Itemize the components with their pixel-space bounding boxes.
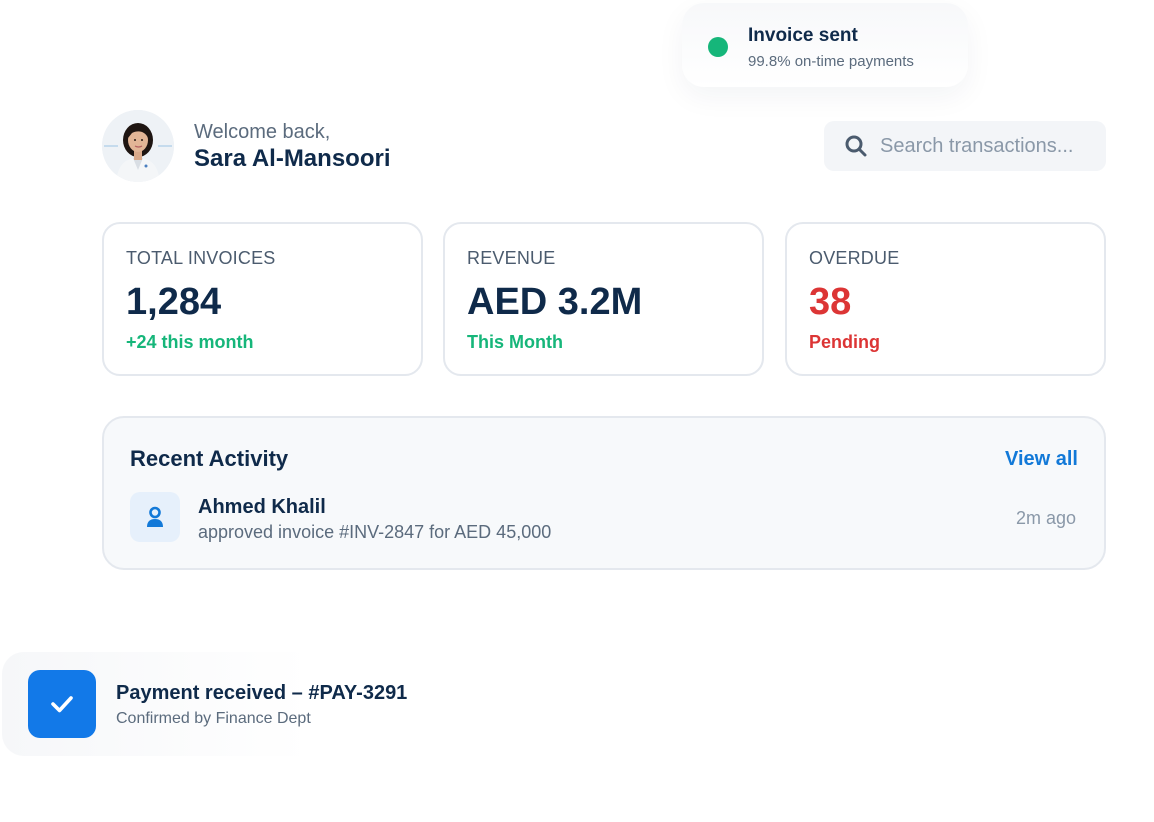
stat-card-overdue[interactable]: OVERDUE 38 Pending — [785, 222, 1106, 376]
welcome-text: Welcome back, — [194, 121, 331, 143]
search-input[interactable] — [880, 131, 1092, 161]
toast-subtitle: Confirmed by Finance Dept — [116, 710, 311, 727]
activity-time: 2m ago — [1015, 508, 1076, 528]
invoice-sent-toast: Invoice sent 99.8% on-time payments — [682, 3, 968, 87]
recent-activity-panel: Recent Activity View all Ahmed Khalil ap… — [102, 416, 1106, 570]
stat-label: TOTAL INVOICES — [126, 248, 276, 268]
user-icon — [130, 492, 180, 542]
stat-card-revenue[interactable]: REVENUE AED 3.2M This Month — [443, 222, 764, 376]
toast-subtitle: 99.8% on-time payments — [748, 53, 914, 70]
stat-value: 38 — [809, 281, 852, 323]
stat-sub: Pending — [809, 332, 880, 352]
checkmark-icon — [28, 670, 96, 738]
search-box[interactable] — [824, 121, 1106, 171]
user-avatar[interactable] — [102, 110, 174, 182]
view-all-link[interactable]: View all — [1005, 448, 1078, 471]
stat-label: OVERDUE — [809, 248, 900, 268]
stat-card-total-invoices[interactable]: TOTAL INVOICES 1,284 +24 this month — [102, 222, 423, 376]
stat-value: 1,284 — [126, 281, 222, 323]
stat-label: REVENUE — [467, 248, 556, 268]
search-icon — [844, 134, 868, 158]
activity-description: approved invoice #INV-2847 for AED 45,00… — [198, 522, 552, 542]
user-name: Sara Al-Mansoori — [194, 145, 391, 172]
panel-title: Recent Activity — [130, 446, 289, 471]
toast-title: Invoice sent — [748, 25, 858, 46]
toast-title: Payment received – #PAY-3291 — [116, 682, 408, 704]
stat-sub: This Month — [467, 332, 563, 352]
stat-value: AED 3.2M — [467, 281, 643, 323]
status-dot-icon — [708, 37, 728, 57]
activity-user-name: Ahmed Khalil — [198, 496, 326, 518]
stat-sub: +24 this month — [126, 332, 254, 352]
payment-received-toast: Payment received – #PAY-3291 Confirmed b… — [2, 652, 442, 756]
